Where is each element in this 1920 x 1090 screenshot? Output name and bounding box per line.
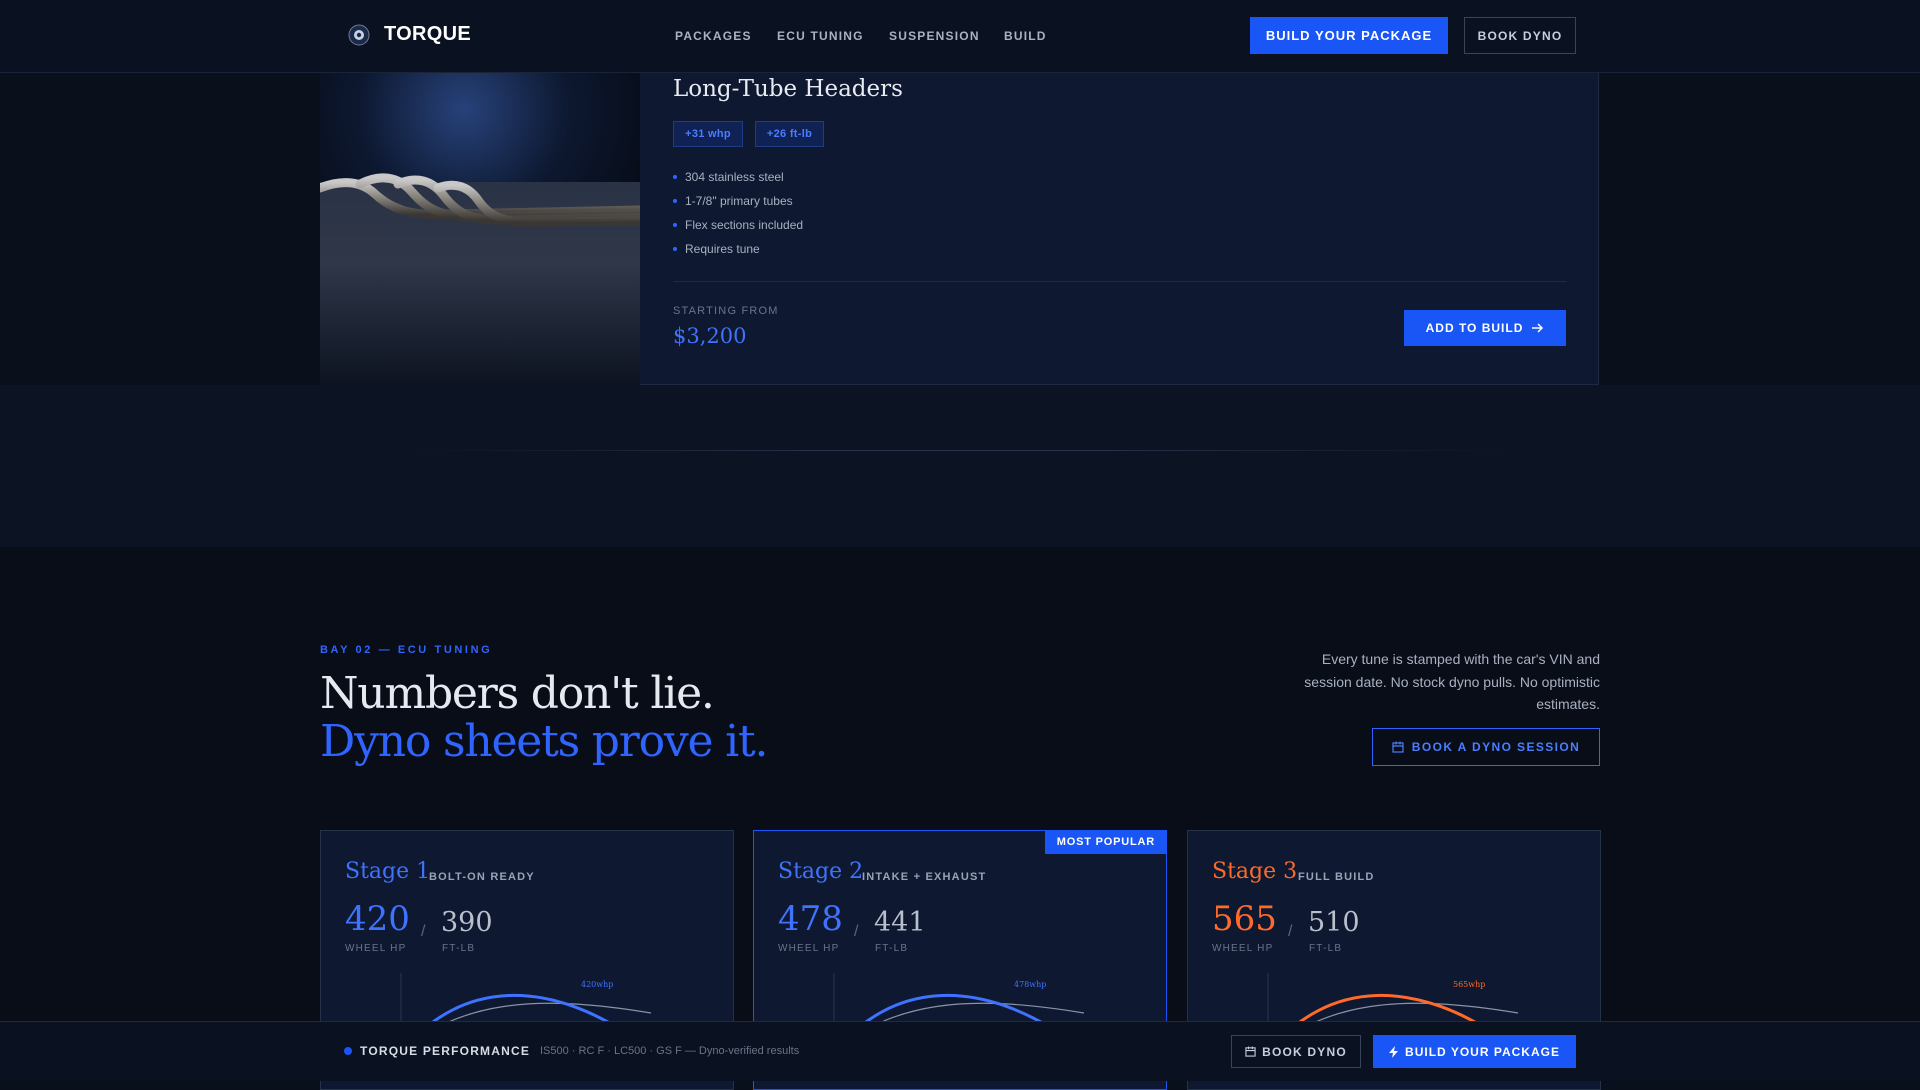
ftlb-unit: FT-LB: [875, 943, 909, 954]
arrow-right-icon: [1532, 323, 1544, 333]
separator: /: [421, 923, 426, 940]
book-dyno-session-button[interactable]: BOOK A DYNO SESSION: [1372, 728, 1600, 766]
nav-ecu-tuning[interactable]: ECU TUNING: [777, 29, 864, 43]
calendar-icon: [1245, 1046, 1256, 1057]
price-value: $3,200: [673, 324, 747, 348]
lightning-icon: [1389, 1045, 1399, 1058]
footer-brand: TORQUE PERFORMANCE: [360, 1044, 531, 1058]
add-to-build-button[interactable]: ADD TO BUILD: [1404, 310, 1566, 346]
stage-name: Stage 1: [345, 859, 431, 884]
section-divider: [410, 450, 1510, 451]
ftlb-value: 510: [1308, 907, 1360, 938]
products-section: [0, 385, 1920, 547]
sticky-bottom-bar: [0, 1021, 1920, 1081]
separator: /: [1288, 923, 1293, 940]
stage-subtitle: INTAKE + EXHAUST: [862, 871, 987, 883]
whp-value: 478: [778, 899, 843, 939]
bullet-icon: [673, 174, 677, 179]
whp-value: 420: [345, 899, 410, 939]
bottom-book-dyno-button[interactable]: BOOK DYNO: [1231, 1035, 1361, 1068]
ftlb-unit: FT-LB: [442, 943, 476, 954]
stage-subtitle: FULL BUILD: [1298, 871, 1375, 883]
brand-logo[interactable]: TORQUE: [384, 23, 471, 46]
stage-subtitle: BOLT-ON READY: [429, 871, 535, 883]
nav-suspension[interactable]: SUSPENSION: [889, 29, 980, 43]
section-intro: Every tune is stamped with the car's VIN…: [1304, 651, 1600, 712]
calendar-icon: [1392, 741, 1404, 753]
whp-value: 565: [1212, 899, 1277, 939]
nav-packages[interactable]: PACKAGES: [675, 29, 752, 43]
separator: /: [854, 923, 859, 940]
bottom-build-package-button[interactable]: BUILD YOUR PACKAGE: [1373, 1035, 1576, 1068]
bullet-icon: [673, 222, 677, 227]
price-label: STARTING FROM: [673, 305, 779, 317]
whp-unit: WHEEL HP: [778, 943, 840, 954]
feature-item: 1-7/8" primary tubes: [673, 194, 793, 208]
feature-item: Flex sections included: [673, 218, 803, 232]
torque-tag: +26 ft-lb: [755, 121, 824, 147]
status-dot-icon: [344, 1047, 352, 1055]
feature-item: Requires tune: [673, 242, 760, 256]
ftlb-value: 390: [441, 907, 493, 938]
build-package-button[interactable]: BUILD YOUR PACKAGE: [1250, 17, 1448, 54]
curve-label: 478whp: [1014, 980, 1046, 989]
whp-tag: +31 whp: [673, 121, 743, 147]
curve-label: 420whp: [581, 980, 613, 989]
headline-line-2: Dyno sheets prove it.: [320, 716, 769, 767]
logo-icon[interactable]: [348, 24, 370, 46]
bullet-icon: [673, 198, 677, 203]
feature-item: 304 stainless steel: [673, 170, 784, 184]
stage-name: Stage 3: [1212, 859, 1298, 884]
curve-label: 565whp: [1453, 980, 1485, 989]
ftlb-value: 441: [874, 907, 926, 938]
section-eyebrow: BAY 02 — ECU TUNING: [320, 644, 493, 656]
book-dyno-button[interactable]: BOOK DYNO: [1464, 17, 1576, 54]
ftlb-unit: FT-LB: [1309, 943, 1343, 954]
stage-name: Stage 2: [778, 859, 864, 884]
most-popular-badge: MOST POPULAR: [1044, 831, 1166, 854]
divider: [673, 281, 1567, 282]
whp-unit: WHEEL HP: [1212, 943, 1274, 954]
product-image: [320, 72, 640, 385]
whp-unit: WHEEL HP: [345, 943, 407, 954]
product-title: Long-Tube Headers: [673, 76, 903, 102]
nav-build[interactable]: BUILD: [1004, 29, 1047, 43]
footer-meta: IS500 · RC F · LC500 · GS F — Dyno-verif…: [540, 1045, 800, 1057]
headline-line-1: Numbers don't lie.: [320, 668, 715, 719]
bullet-icon: [673, 246, 677, 251]
